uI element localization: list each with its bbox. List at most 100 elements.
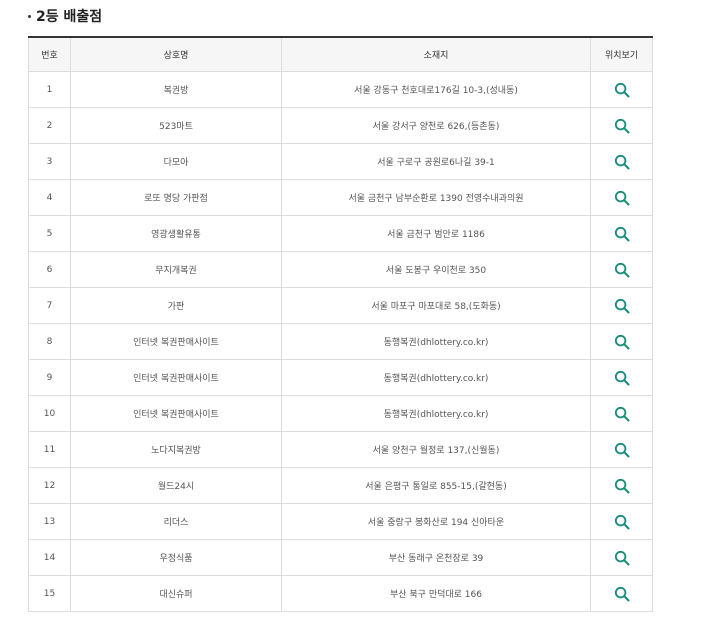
row-store-name: 523마트 [70,107,282,144]
table-row: 13 리더스 서울 중랑구 봉화산로 194 신아타운 [28,503,653,540]
row-view-location [590,503,653,540]
row-number: 13 [28,503,71,540]
row-view-location [590,539,653,576]
table-row: 2 523마트 서울 강서구 양천로 626,(등촌동) [28,107,653,144]
row-store-name: 우정식품 [70,539,282,576]
row-address: 서울 은평구 통일로 855-15,(갈현동) [281,467,591,504]
row-view-location [590,467,653,504]
row-number: 15 [28,575,71,612]
row-number: 1 [28,71,71,108]
row-number: 6 [28,251,71,288]
header-address: 소재지 [281,36,591,72]
row-address: 동행복권(dhlottery.co.kr) [281,323,591,360]
row-address: 서울 금천구 남부순환로 1390 전영수내과의원 [281,179,591,216]
table-row: 11 노다지복권방 서울 양천구 월정로 137,(신월동) [28,431,653,468]
table-row: 7 가판 서울 마포구 마포대로 58,(도화동) [28,287,653,324]
row-store-name: 가판 [70,287,282,324]
row-view-location [590,287,653,324]
row-view-location [590,251,653,288]
table-body: 1 복권방 서울 강동구 천호대로176길 10-3,(성내동) 2 523마트 서울 강… [28,71,653,612]
table-row: 12 월드24시 서울 은평구 통일로 855-15,(갈현동) [28,467,653,504]
row-store-name: 무지개복권 [70,251,282,288]
row-number: 3 [28,143,71,180]
search-icon[interactable] [614,442,630,458]
row-address: 부산 동래구 온천장로 39 [281,539,591,576]
row-store-name: 인터넷 복권판매사이트 [70,359,282,396]
search-icon[interactable] [614,154,630,170]
table-row: 1 복권방 서울 강동구 천호대로176길 10-3,(성내동) [28,71,653,108]
search-icon[interactable] [614,298,630,314]
search-icon[interactable] [614,406,630,422]
search-icon[interactable] [614,586,630,602]
row-view-location [590,431,653,468]
search-icon[interactable] [614,370,630,386]
search-icon[interactable] [614,514,630,530]
table-row: 9 인터넷 복권판매사이트 동행복권(dhlottery.co.kr) [28,359,653,396]
table-row: 4 로또 명당 가판점 서울 금천구 남부순환로 1390 전영수내과의원 [28,179,653,216]
row-view-location [590,107,653,144]
row-number: 9 [28,359,71,396]
row-store-name: 로또 명당 가판점 [70,179,282,216]
search-icon[interactable] [614,226,630,242]
search-icon[interactable] [614,478,630,494]
row-number: 14 [28,539,71,576]
row-number: 7 [28,287,71,324]
search-icon[interactable] [614,262,630,278]
table-row: 8 인터넷 복권판매사이트 동행복권(dhlottery.co.kr) [28,323,653,360]
row-address: 서울 강동구 천호대로176길 10-3,(성내동) [281,71,591,108]
row-address: 서울 중랑구 봉화산로 194 신아타운 [281,503,591,540]
header-store-name: 상호명 [70,36,282,72]
row-store-name: 인터넷 복권판매사이트 [70,395,282,432]
row-view-location [590,215,653,252]
row-view-location [590,395,653,432]
row-address: 서울 강서구 양천로 626,(등촌동) [281,107,591,144]
row-view-location [590,359,653,396]
header-number: 번호 [28,36,71,72]
row-store-name: 리더스 [70,503,282,540]
table-row: 6 무지개복권 서울 도봉구 우이천로 350 [28,251,653,288]
row-store-name: 노다지복권방 [70,431,282,468]
row-number: 8 [28,323,71,360]
section-title-text: 2등 배출점 [36,9,103,25]
row-number: 2 [28,107,71,144]
search-icon[interactable] [614,190,630,206]
row-view-location [590,323,653,360]
search-icon[interactable] [614,550,630,566]
row-store-name: 다모아 [70,143,282,180]
header-row: 번호 상호명 소재지 위치보기 [28,36,653,72]
row-view-location [590,575,653,612]
row-store-name: 인터넷 복권판매사이트 [70,323,282,360]
bullet-icon [28,14,31,18]
row-view-location [590,143,653,180]
row-number: 11 [28,431,71,468]
row-address: 서울 양천구 월정로 137,(신월동) [281,431,591,468]
section-title: 2등 배출점 [28,6,102,26]
table-row: 14 우정식품 부산 동래구 온천장로 39 [28,539,653,576]
table-row: 10 인터넷 복권판매사이트 동행복권(dhlottery.co.kr) [28,395,653,432]
search-icon[interactable] [614,334,630,350]
row-store-name: 영광생활유통 [70,215,282,252]
row-store-name: 월드24시 [70,467,282,504]
row-address: 부산 북구 만덕대로 166 [281,575,591,612]
winning-stores-table: 번호 상호명 소재지 위치보기 1 복권방 서울 강동구 천호대로176길 10-3… [28,36,653,612]
table-header: 번호 상호명 소재지 위치보기 [28,36,653,72]
row-address: 동행복권(dhlottery.co.kr) [281,359,591,396]
table-row: 3 다모아 서울 구로구 공원로6나길 39-1 [28,143,653,180]
row-store-name: 대신슈퍼 [70,575,282,612]
row-number: 5 [28,215,71,252]
row-address: 서울 마포구 마포대로 58,(도화동) [281,287,591,324]
table-row: 5 영광생활유통 서울 금천구 범안로 1186 [28,215,653,252]
table-row: 15 대신슈퍼 부산 북구 만덕대로 166 [28,575,653,612]
row-view-location [590,71,653,108]
row-address: 서울 도봉구 우이천로 350 [281,251,591,288]
row-address: 서울 구로구 공원로6나길 39-1 [281,143,591,180]
search-icon[interactable] [614,118,630,134]
row-address: 서울 금천구 범안로 1186 [281,215,591,252]
search-icon[interactable] [614,82,630,98]
row-address: 동행복권(dhlottery.co.kr) [281,395,591,432]
row-number: 12 [28,467,71,504]
row-store-name: 복권방 [70,71,282,108]
row-number: 4 [28,179,71,216]
row-view-location [590,179,653,216]
header-view-location: 위치보기 [590,36,653,72]
